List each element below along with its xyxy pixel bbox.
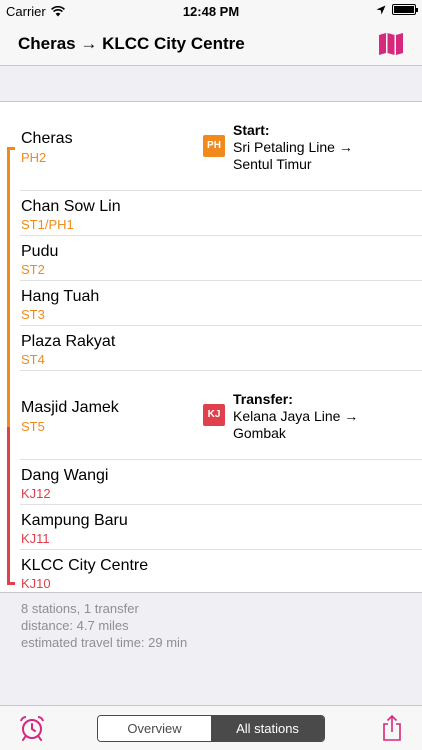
station-name: KLCC City Centre [21,557,149,574]
station-row[interactable]: Dang Wangi KJ12 [0,460,422,505]
route-summary: 8 stations, 1 transfer distance: 4.7 mil… [21,600,187,651]
station-name: Chan Sow Lin [21,198,121,215]
segment-overview[interactable]: Overview [98,716,211,741]
status-time: 12:48 PM [182,4,240,19]
alarm-clock-icon[interactable] [19,715,45,741]
bottom-toolbar: Overview All stations [0,705,422,750]
station-list: Cheras PH2 PH Start: Sri Petaling Line →… [0,101,422,593]
summary-distance: distance: 4.7 miles [21,618,129,633]
map-icon[interactable] [378,32,404,56]
share-icon[interactable] [381,714,403,742]
station-code: KJ12 [21,486,51,501]
route-title: Cheras → KLCC City Centre [18,34,245,53]
station-row[interactable]: Kampung Baru KJ11 [0,505,422,550]
station-code: ST3 [21,307,45,322]
station-row[interactable]: Plaza Rakyat ST4 [0,326,422,371]
start-note-title: Start: [233,122,270,138]
battery-fill [394,6,414,13]
station-row[interactable]: Chan Sow Lin ST1/PH1 [0,191,422,236]
station-row[interactable]: Pudu ST2 [0,236,422,281]
station-row[interactable]: Hang Tuah ST3 [0,281,422,326]
station-name: Kampung Baru [21,512,128,529]
navigation-bar: Cheras → KLCC City Centre [0,22,422,66]
start-note: Start: Sri Petaling Line → Sentul Timur [233,122,353,173]
transfer-note-text: Kelana Jaya Line → Gombak [233,408,359,441]
station-name: Plaza Rakyat [21,333,116,350]
segment-all-stations[interactable]: All stations [211,716,324,741]
view-segmented-control: Overview All stations [97,715,325,742]
transfer-note-title: Transfer: [233,391,293,407]
station-code: KJ10 [21,576,51,591]
summary-stations: 8 stations, 1 transfer [21,601,139,616]
station-name: Dang Wangi [21,467,109,484]
summary-travel-time: estimated travel time: 29 min [21,635,188,650]
line-badge-ph: PH [203,135,225,157]
station-name: Cheras [21,130,73,147]
station-code: ST2 [21,262,45,277]
station-row[interactable]: KLCC City Centre KJ10 [0,550,422,594]
station-code: PH2 [21,150,47,165]
station-code: ST1/PH1 [21,217,74,232]
status-bar: Carrier 12:48 PM [0,0,422,22]
status-right [376,4,418,15]
station-code: KJ11 [21,531,50,546]
transfer-note: Transfer: Kelana Jaya Line → Gombak [233,391,358,442]
station-code: ST5 [21,419,45,434]
station-row[interactable]: Masjid Jamek ST5 KJ Transfer: Kelana Jay… [0,371,422,460]
station-name: Pudu [21,243,59,260]
station-name: Masjid Jamek [21,399,119,416]
line-badge-kj: KJ [203,404,225,426]
location-arrow-icon [376,5,386,14]
station-row[interactable]: Cheras PH2 PH Start: Sri Petaling Line →… [0,102,422,191]
station-name: Hang Tuah [21,288,100,305]
start-note-text: Sri Petaling Line → Sentul Timur [233,139,353,172]
station-code: ST4 [21,352,45,367]
battery-icon [392,4,418,15]
